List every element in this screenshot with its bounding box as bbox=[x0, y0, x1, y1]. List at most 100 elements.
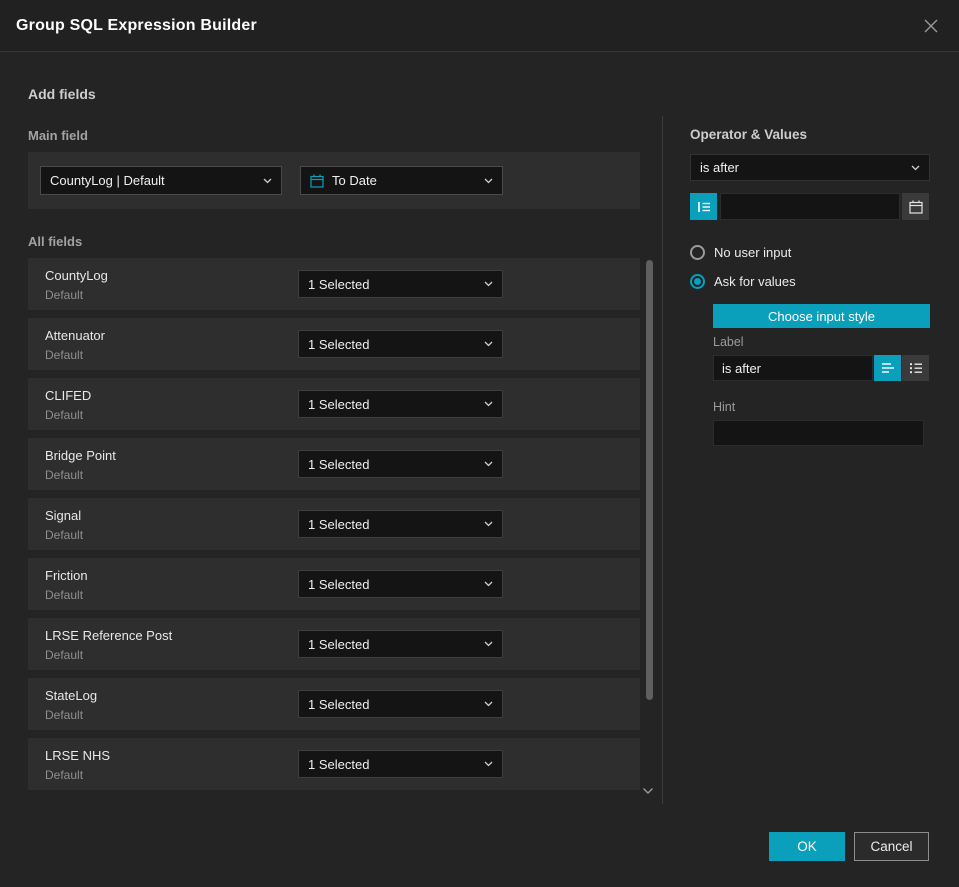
field-selected-value: 1 Selected bbox=[308, 276, 370, 292]
calendar-picker-button[interactable] bbox=[902, 193, 929, 220]
chevron-down-icon bbox=[484, 521, 493, 527]
dialog-header: Group SQL Expression Builder bbox=[0, 0, 959, 52]
choose-input-style-button[interactable]: Choose input style bbox=[713, 304, 930, 328]
field-values-icon bbox=[697, 201, 710, 212]
close-icon bbox=[924, 19, 938, 32]
field-subtitle: Default bbox=[45, 348, 84, 362]
field-name: Attenuator bbox=[45, 328, 105, 343]
field-subtitle: Default bbox=[45, 288, 84, 302]
field-subtitle: Default bbox=[45, 768, 84, 782]
radio-no-user-input[interactable]: No user input bbox=[690, 245, 791, 260]
operator-values-heading: Operator & Values bbox=[690, 127, 808, 142]
field-row: Attenuator Default 1 Selected bbox=[28, 318, 640, 370]
chevron-down-icon bbox=[484, 401, 493, 407]
main-field-dropdown[interactable]: CountyLog | Default bbox=[40, 166, 282, 195]
chevron-down-icon bbox=[643, 788, 653, 794]
field-row: StateLog Default 1 Selected bbox=[28, 678, 640, 730]
chevron-down-icon bbox=[484, 761, 493, 767]
panel-divider bbox=[662, 116, 663, 804]
field-name: Friction bbox=[45, 568, 88, 583]
field-name: Signal bbox=[45, 508, 82, 523]
field-row: LRSE NHS Default 1 Selected bbox=[28, 738, 640, 790]
dialog-title: Group SQL Expression Builder bbox=[16, 16, 257, 34]
single-value-style-button[interactable] bbox=[874, 355, 901, 381]
all-fields-list: CountyLog Default 1 Selected Attenuator … bbox=[28, 258, 640, 798]
field-row: CountyLog Default 1 Selected bbox=[28, 258, 640, 310]
chevron-down-icon bbox=[484, 581, 493, 587]
radio-ask-for-values-label: Ask for values bbox=[714, 274, 796, 289]
field-subtitle: Default bbox=[45, 708, 84, 722]
all-fields-label: All fields bbox=[28, 234, 83, 249]
chevron-down-icon bbox=[484, 281, 493, 287]
operator-dropdown-value: is after bbox=[700, 160, 740, 175]
field-selected-value: 1 Selected bbox=[308, 336, 370, 352]
field-selected-value: 1 Selected bbox=[308, 396, 370, 412]
field-selected-value: 1 Selected bbox=[308, 756, 370, 772]
radio-no-user-input-label: No user input bbox=[714, 245, 792, 260]
bulleted-list-icon bbox=[909, 363, 922, 374]
field-row: CLIFED Default 1 Selected bbox=[28, 378, 640, 430]
field-selected-dropdown[interactable]: 1 Selected bbox=[298, 690, 503, 718]
cancel-button[interactable]: Cancel bbox=[854, 832, 929, 861]
radio-selected-icon bbox=[690, 274, 705, 289]
field-name: CountyLog bbox=[45, 268, 108, 283]
field-selected-dropdown[interactable]: 1 Selected bbox=[298, 630, 503, 658]
field-name: StateLog bbox=[45, 688, 98, 703]
left-align-list-icon bbox=[881, 363, 894, 373]
date-field-dropdown-value: To Date bbox=[332, 173, 377, 188]
chevron-down-icon bbox=[484, 341, 493, 347]
field-subtitle: Default bbox=[45, 408, 84, 422]
main-field-row: CountyLog | Default To Date bbox=[28, 152, 640, 209]
date-field-dropdown[interactable]: To Date bbox=[300, 166, 503, 195]
calendar-icon bbox=[908, 200, 923, 214]
scroll-down-button[interactable] bbox=[642, 787, 654, 795]
hint-input[interactable] bbox=[713, 420, 924, 446]
field-selected-dropdown[interactable]: 1 Selected bbox=[298, 450, 503, 478]
ok-button[interactable]: OK bbox=[769, 832, 845, 861]
field-selected-dropdown[interactable]: 1 Selected bbox=[298, 570, 503, 598]
field-selected-value: 1 Selected bbox=[308, 516, 370, 532]
field-row: Signal Default 1 Selected bbox=[28, 498, 640, 550]
label-input[interactable] bbox=[713, 355, 873, 381]
field-name: Bridge Point bbox=[45, 448, 116, 463]
field-selected-dropdown[interactable]: 1 Selected bbox=[298, 330, 503, 358]
date-value-input[interactable] bbox=[720, 193, 900, 220]
chevron-down-icon bbox=[484, 461, 493, 467]
close-button[interactable] bbox=[919, 14, 943, 38]
scrollbar-thumb[interactable] bbox=[646, 260, 653, 700]
field-row: LRSE Reference Post Default 1 Selected bbox=[28, 618, 640, 670]
radio-circle-icon bbox=[690, 245, 705, 260]
field-subtitle: Default bbox=[45, 468, 84, 482]
field-name: LRSE NHS bbox=[45, 748, 111, 763]
field-name: LRSE Reference Post bbox=[45, 628, 173, 643]
add-fields-heading: Add fields bbox=[28, 86, 96, 102]
group-sql-expression-builder-dialog: Group SQL Expression Builder Add fields … bbox=[0, 0, 959, 887]
field-selected-dropdown[interactable]: 1 Selected bbox=[298, 510, 503, 538]
calendar-icon bbox=[310, 174, 324, 188]
label-field-label: Label bbox=[713, 335, 744, 349]
field-selected-value: 1 Selected bbox=[308, 576, 370, 592]
chevron-down-icon bbox=[263, 178, 272, 183]
chevron-down-icon bbox=[484, 701, 493, 707]
field-subtitle: Default bbox=[45, 528, 84, 542]
field-values-mode-button[interactable] bbox=[690, 193, 717, 220]
field-selected-dropdown[interactable]: 1 Selected bbox=[298, 270, 503, 298]
chevron-down-icon bbox=[484, 641, 493, 647]
chevron-down-icon bbox=[484, 178, 493, 183]
multi-value-style-button[interactable] bbox=[902, 355, 929, 381]
field-selected-value: 1 Selected bbox=[308, 696, 370, 712]
main-field-dropdown-value: CountyLog | Default bbox=[50, 173, 165, 188]
field-selected-value: 1 Selected bbox=[308, 456, 370, 472]
field-selected-dropdown[interactable]: 1 Selected bbox=[298, 390, 503, 418]
field-selected-value: 1 Selected bbox=[308, 636, 370, 652]
radio-ask-for-values[interactable]: Ask for values bbox=[690, 274, 796, 289]
field-name: CLIFED bbox=[45, 388, 92, 403]
hint-field-label: Hint bbox=[713, 400, 736, 414]
main-field-label: Main field bbox=[28, 128, 88, 143]
chevron-down-icon bbox=[911, 165, 920, 170]
field-selected-dropdown[interactable]: 1 Selected bbox=[298, 750, 503, 778]
field-row: Friction Default 1 Selected bbox=[28, 558, 640, 610]
scrollbar[interactable] bbox=[646, 260, 653, 784]
operator-dropdown[interactable]: is after bbox=[690, 154, 930, 181]
field-subtitle: Default bbox=[45, 588, 84, 602]
